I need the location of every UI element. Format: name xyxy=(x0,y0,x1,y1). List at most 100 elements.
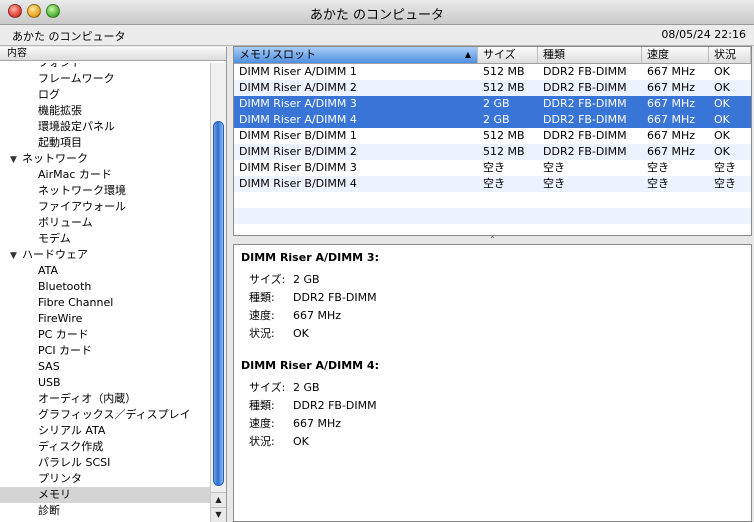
sidebar-item-label: ネットワーク xyxy=(22,152,88,165)
sidebar-item-label: 機能拡張 xyxy=(38,104,82,117)
sidebar-item-label: ディスク作成 xyxy=(38,440,104,453)
table-cell: OK xyxy=(714,129,730,142)
sidebar-item-label: ATA xyxy=(38,264,59,277)
table-cell: 667 MHz xyxy=(647,97,696,110)
sidebar-item-label: 診断 xyxy=(38,504,60,517)
sidebar-header[interactable]: 内容 xyxy=(0,47,226,61)
detail-heading: DIMM Riser A/DIMM 4: xyxy=(241,359,379,372)
detail-field: 速度: 667 MHz xyxy=(241,415,751,433)
detail-heading: DIMM Riser A/DIMM 3: xyxy=(241,251,379,264)
disclosure-triangle-icon[interactable]: ▼ xyxy=(10,152,22,168)
column-header-type[interactable]: 種類 xyxy=(538,47,642,63)
sidebar-item[interactable]: AirMac カード xyxy=(0,167,210,183)
table-cell: OK xyxy=(714,65,730,78)
sidebar-item[interactable]: オーディオ（内蔵） xyxy=(0,391,210,407)
sidebar-item[interactable]: ログ xyxy=(0,87,210,103)
sidebar-item[interactable]: Fibre Channel xyxy=(0,295,210,311)
table-row[interactable]: DIMM Riser B/DIMM 1 512 MB DDR2 FB-DIMM 667… xyxy=(234,128,751,144)
sidebar-category[interactable]: ▼ ネットワーク xyxy=(0,151,210,167)
field-key: 種類: xyxy=(249,399,275,412)
table-cell: DIMM Riser A/DIMM 3 xyxy=(239,97,357,110)
sidebar-item[interactable]: シリアル ATA xyxy=(0,423,210,439)
sidebar-item[interactable]: フレームワーク xyxy=(0,71,210,87)
sidebar-item-label: ファイアウォール xyxy=(38,200,126,213)
sidebar-scrollbar[interactable]: ▲ ▼ xyxy=(210,63,226,522)
field-value: OK xyxy=(293,327,309,340)
column-header-speed[interactable]: 速度 xyxy=(642,47,709,63)
sidebar-item-label: Bluetooth xyxy=(38,280,92,293)
table-row[interactable]: DIMM Riser A/DIMM 2 512 MB DDR2 FB-DIMM 667… xyxy=(234,80,751,96)
empty-row xyxy=(234,208,751,224)
sidebar-item-label: グラフィックス／ディスプレイ xyxy=(38,408,191,421)
table-body: DIMM Riser A/DIMM 1 512 MB DDR2 FB-DIMM 667… xyxy=(234,64,751,240)
sidebar-item[interactable]: ファイアウォール xyxy=(0,199,210,215)
contents-tree: フォントフレームワークログ機能拡張環境設定パネル起動項目▼ネットワークAirMa… xyxy=(0,63,210,522)
sidebar-item[interactable]: SAS xyxy=(0,359,210,375)
scroll-down-arrow-icon[interactable]: ▼ xyxy=(211,507,226,522)
table-cell: OK xyxy=(714,81,730,94)
detail-field: サイズ: 2 GB xyxy=(241,271,751,289)
sidebar-item[interactable]: プリンタ xyxy=(0,471,210,487)
sidebar-item[interactable]: ATA xyxy=(0,263,210,279)
sidebar-item[interactable]: ボリューム xyxy=(0,215,210,231)
column-header-size[interactable]: サイズ xyxy=(478,47,538,63)
column-header-slot[interactable]: メモリスロット ▲ xyxy=(234,47,478,63)
scroll-up-arrow-icon[interactable]: ▲ xyxy=(211,492,226,507)
sidebar-item[interactable]: 起動項目 xyxy=(0,135,210,151)
table-cell: 空き xyxy=(483,161,505,174)
sidebar-item[interactable]: 診断 xyxy=(0,503,210,519)
sidebar-item-label: ハードウェア xyxy=(22,248,88,261)
contents-sidebar: 内容 フォントフレームワークログ機能拡張環境設定パネル起動項目▼ネットワークAi… xyxy=(0,47,227,522)
info-bar: あかた のコンピュータ 08/05/24 22:16 xyxy=(0,25,754,46)
table-cell: DDR2 FB-DIMM xyxy=(543,129,627,142)
sidebar-category[interactable]: ▼ ハードウェア xyxy=(0,247,210,263)
detail-field: 種類: DDR2 FB-DIMM xyxy=(241,289,751,307)
sidebar-item-label: フレームワーク xyxy=(38,72,115,85)
sidebar-item-label: AirMac カード xyxy=(38,168,112,181)
sidebar-item[interactable]: グラフィックス／ディスプレイ xyxy=(0,407,210,423)
scroll-thumb[interactable] xyxy=(213,121,224,486)
sidebar-item[interactable]: ディスク作成 xyxy=(0,439,210,455)
sidebar-item[interactable]: 機能拡張 xyxy=(0,103,210,119)
table-row[interactable]: DIMM Riser A/DIMM 4 2 GB DDR2 FB-DIMM 667 M… xyxy=(234,112,751,128)
sidebar-item-label: パラレル SCSI xyxy=(38,456,111,469)
table-row[interactable]: DIMM Riser A/DIMM 1 512 MB DDR2 FB-DIMM 667… xyxy=(234,64,751,80)
sidebar-item-label: メモリ xyxy=(38,488,71,501)
field-key: 種類: xyxy=(249,291,275,304)
sidebar-item-label: ボリューム xyxy=(38,216,93,229)
table-row[interactable]: DIMM Riser B/DIMM 2 512 MB DDR2 FB-DIMM 667… xyxy=(234,144,751,160)
field-value: 667 MHz xyxy=(293,309,342,322)
sidebar-item[interactable]: ネットワーク環境 xyxy=(0,183,210,199)
field-key: 速度: xyxy=(249,417,275,430)
sidebar-item[interactable]: 環境設定パネル xyxy=(0,119,210,135)
field-value: 2 GB xyxy=(293,381,320,394)
empty-row xyxy=(234,192,751,208)
table-cell: 空き xyxy=(714,177,736,190)
table-row[interactable]: DIMM Riser A/DIMM 3 2 GB DDR2 FB-DIMM 667 M… xyxy=(234,96,751,112)
table-row[interactable]: DIMM Riser B/DIMM 4 空き 空き 空き 空き xyxy=(234,176,751,192)
sidebar-item[interactable]: パラレル SCSI xyxy=(0,455,210,471)
sidebar-item[interactable]: フォント xyxy=(0,63,210,71)
column-header-status[interactable]: 状況 xyxy=(709,47,751,63)
sidebar-item[interactable]: モデム xyxy=(0,231,210,247)
table-cell: DDR2 FB-DIMM xyxy=(543,81,627,94)
table-cell: DDR2 FB-DIMM xyxy=(543,145,627,158)
sidebar-item[interactable]: PC カード xyxy=(0,327,210,343)
field-key: サイズ: xyxy=(249,381,286,394)
table-cell: 空き xyxy=(647,177,669,190)
field-value: OK xyxy=(293,435,309,448)
table-cell: 空き xyxy=(483,177,505,190)
sidebar-item[interactable]: メモリ xyxy=(0,487,210,503)
disclosure-triangle-icon[interactable]: ▼ xyxy=(10,248,22,264)
sidebar-item[interactable]: FireWire xyxy=(0,311,210,327)
table-cell: OK xyxy=(714,97,730,110)
pane-splitter[interactable]: ⌃ xyxy=(233,236,752,244)
table-cell: OK xyxy=(714,113,730,126)
field-key: サイズ: xyxy=(249,273,286,286)
sidebar-item[interactable]: USB xyxy=(0,375,210,391)
title-bar: あかた のコンピュータ xyxy=(0,0,754,25)
sidebar-item[interactable]: Bluetooth xyxy=(0,279,210,295)
table-cell: 空き xyxy=(543,161,565,174)
sidebar-item[interactable]: PCI カード xyxy=(0,343,210,359)
table-row[interactable]: DIMM Riser B/DIMM 3 空き 空き 空き 空き xyxy=(234,160,751,176)
